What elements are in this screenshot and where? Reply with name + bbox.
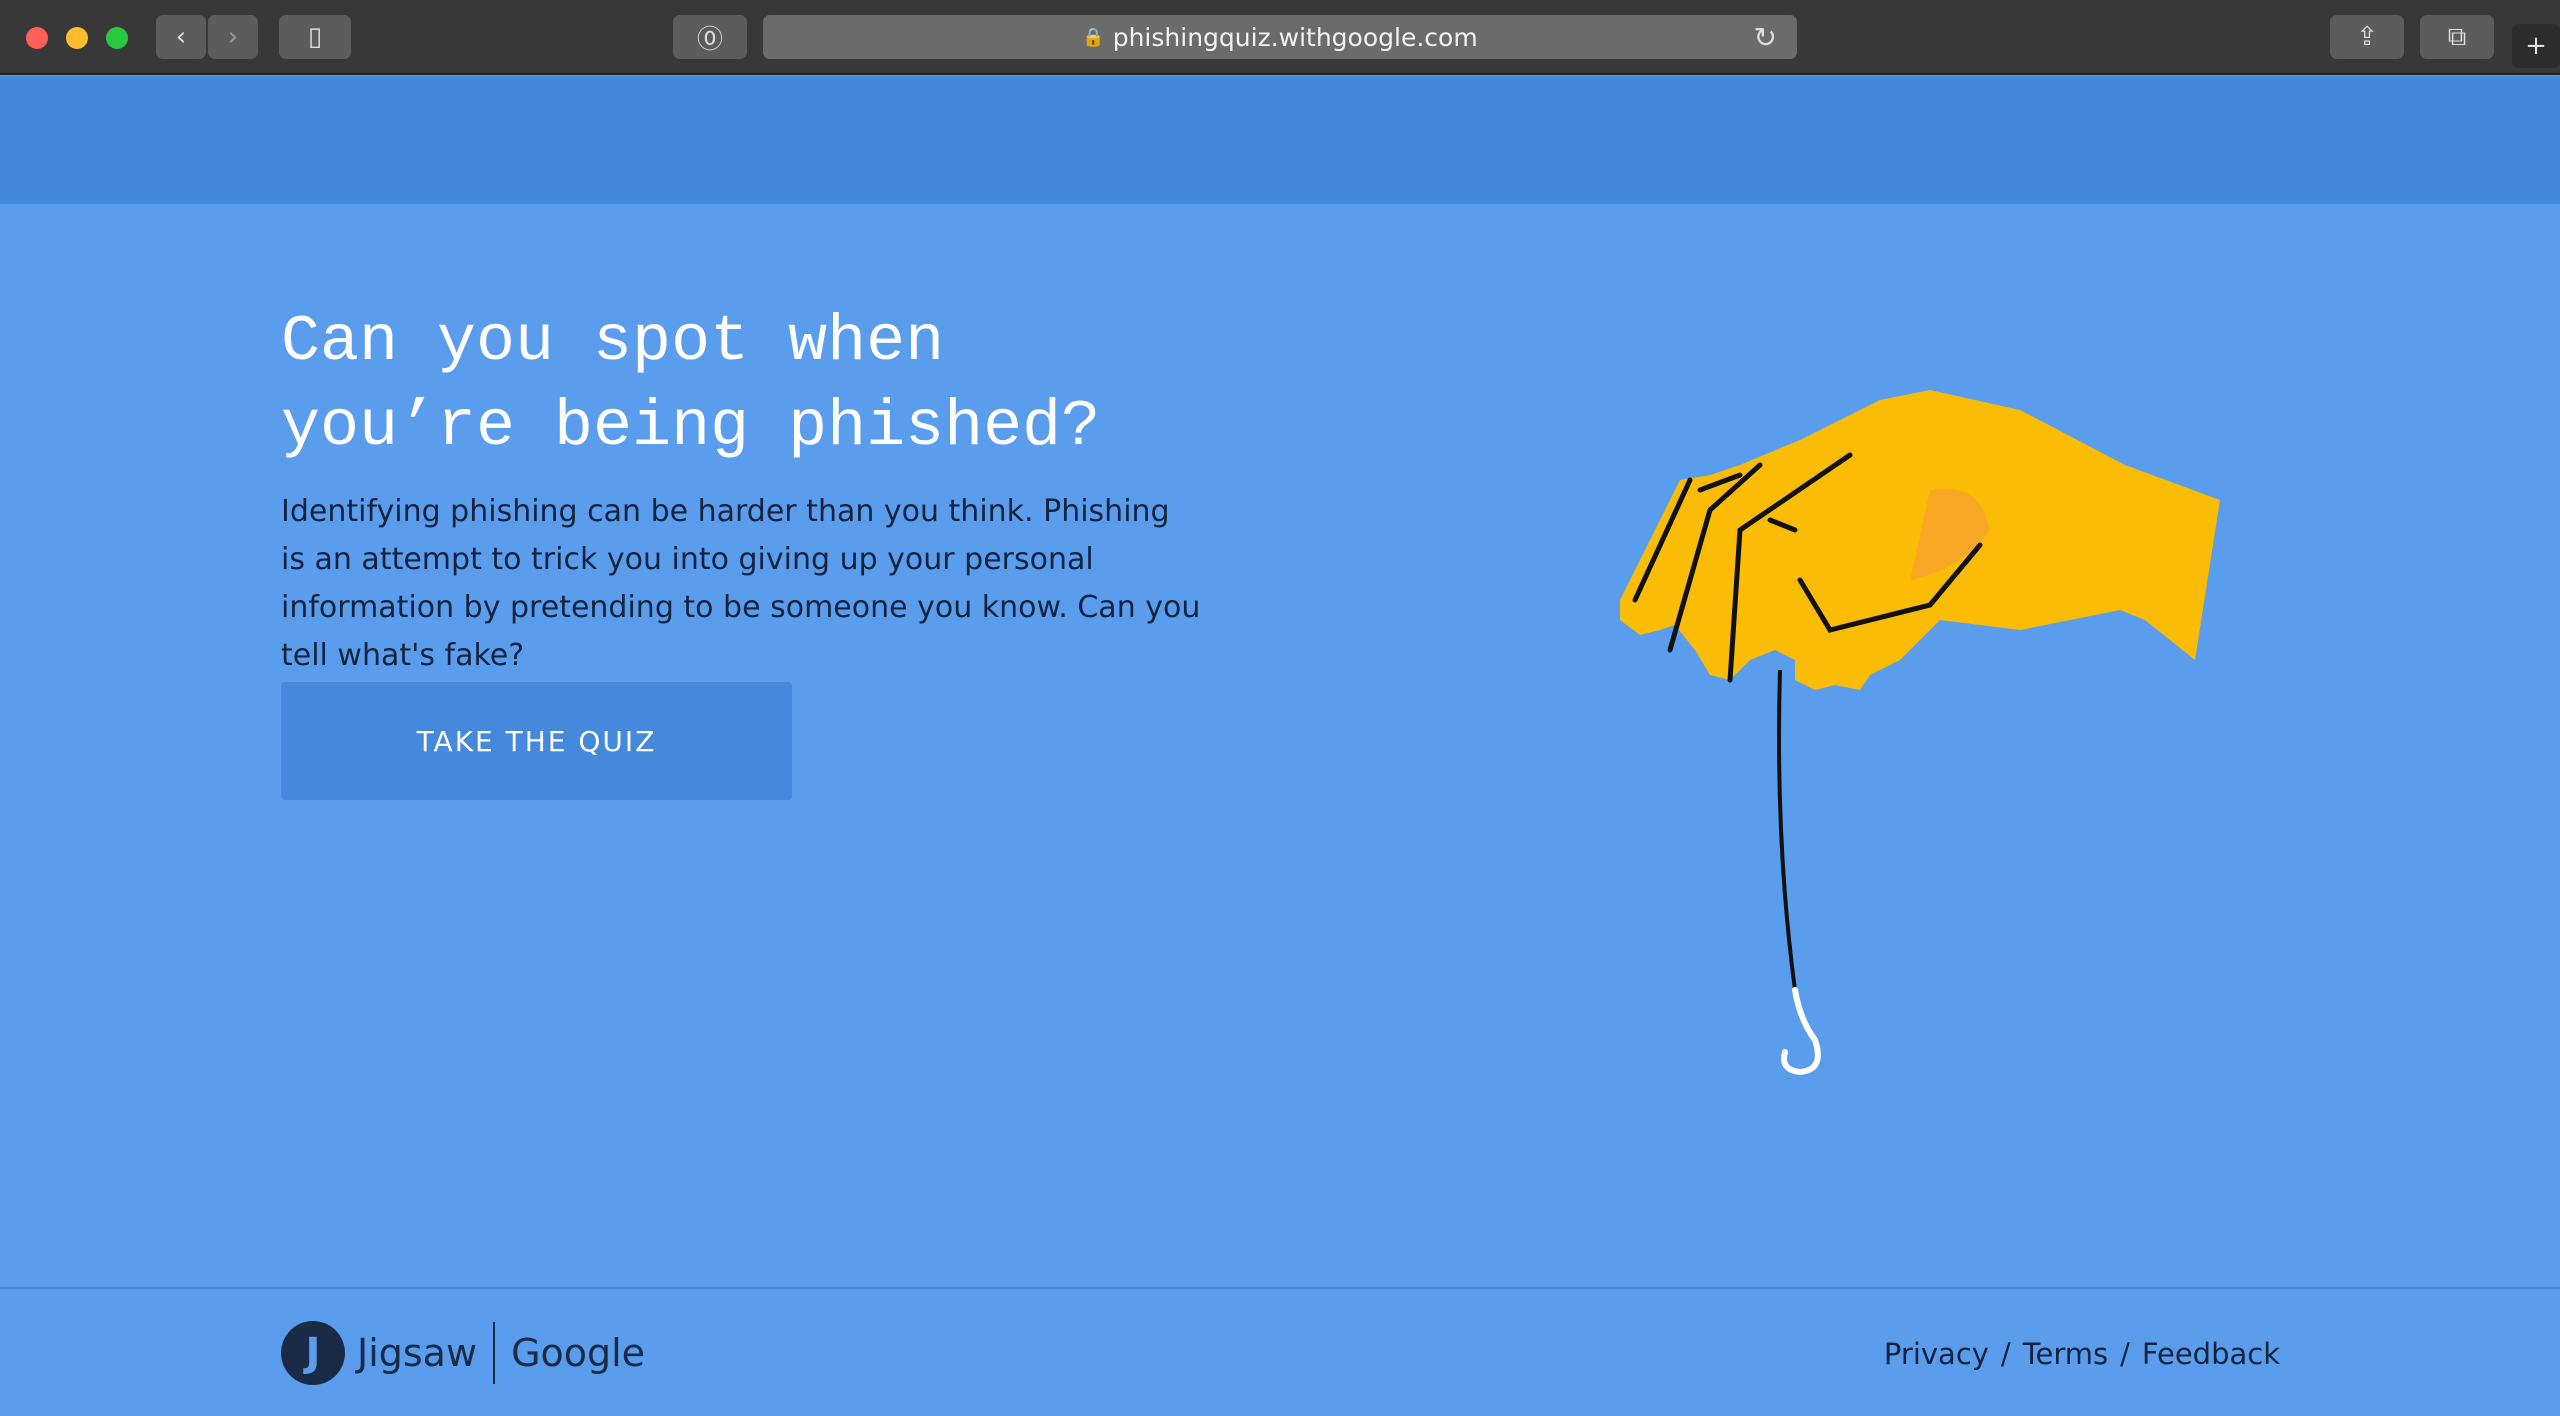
minimize-window-button[interactable] xyxy=(66,27,88,49)
close-window-button[interactable] xyxy=(26,27,48,49)
feedback-link[interactable]: Feedback xyxy=(2142,1337,2280,1371)
sidebar-icon: ▯ xyxy=(307,22,323,52)
footer-logo: J Jigsaw Google xyxy=(281,1321,645,1385)
title-line-2: you’re being phished? xyxy=(281,390,1101,464)
new-tab-button[interactable]: + xyxy=(2512,24,2560,68)
back-button[interactable]: ‹ xyxy=(156,15,206,59)
logo-divider xyxy=(493,1322,496,1384)
tabs-icon: ⧉ xyxy=(2447,21,2467,52)
chevron-left-icon: ‹ xyxy=(175,22,187,52)
jigsaw-logo-icon: J xyxy=(281,1321,345,1385)
hand-hook-illustration xyxy=(1620,390,2220,1076)
browser-toolbar: ‹ › ▯ ⓪ 🔒 phishingquiz.withgoogle.com ↻ … xyxy=(0,0,2560,75)
share-icon: ⇪ xyxy=(2356,22,2378,52)
link-separator: / xyxy=(2120,1337,2130,1371)
page-title: Can you spot when you’re being phished? xyxy=(281,300,1100,470)
password-icon: ⓪ xyxy=(696,24,723,55)
password-manager-button[interactable]: ⓪ xyxy=(673,15,747,59)
header-band xyxy=(0,76,2560,204)
take-quiz-button[interactable]: TAKE THE QUIZ xyxy=(281,682,792,800)
privacy-link[interactable]: Privacy xyxy=(1884,1337,1989,1371)
hook-icon xyxy=(1781,987,1821,1076)
url-text: phishingquiz.withgoogle.com xyxy=(1112,22,1478,52)
plus-icon: + xyxy=(2525,31,2547,61)
sidebar-button[interactable]: ▯ xyxy=(279,15,351,59)
lock-icon: 🔒 xyxy=(1082,26,1105,48)
link-separator: / xyxy=(2000,1337,2011,1371)
address-bar[interactable]: 🔒 phishingquiz.withgoogle.com ↻ xyxy=(763,15,1797,59)
google-wordmark: Google xyxy=(511,1331,646,1375)
footer-links: Privacy / Terms / Feedback xyxy=(1884,1337,2280,1371)
maximize-window-button[interactable] xyxy=(106,27,128,49)
forward-button[interactable]: › xyxy=(208,15,258,59)
reload-icon[interactable]: ↻ xyxy=(1754,21,1777,54)
footer: J Jigsaw Google Privacy / Terms / Feedback xyxy=(0,1287,2560,1416)
share-button[interactable]: ⇪ xyxy=(2330,15,2404,59)
title-line-1: Can you spot when xyxy=(281,305,945,379)
jigsaw-wordmark: Jigsaw xyxy=(357,1331,478,1375)
terms-link[interactable]: Terms xyxy=(2023,1337,2108,1371)
description: Identifying phishing can be harder than … xyxy=(281,494,1201,673)
fishing-line xyxy=(1777,669,1797,991)
chevron-right-icon: › xyxy=(227,22,239,52)
tabs-button[interactable]: ⧉ xyxy=(2420,15,2494,59)
